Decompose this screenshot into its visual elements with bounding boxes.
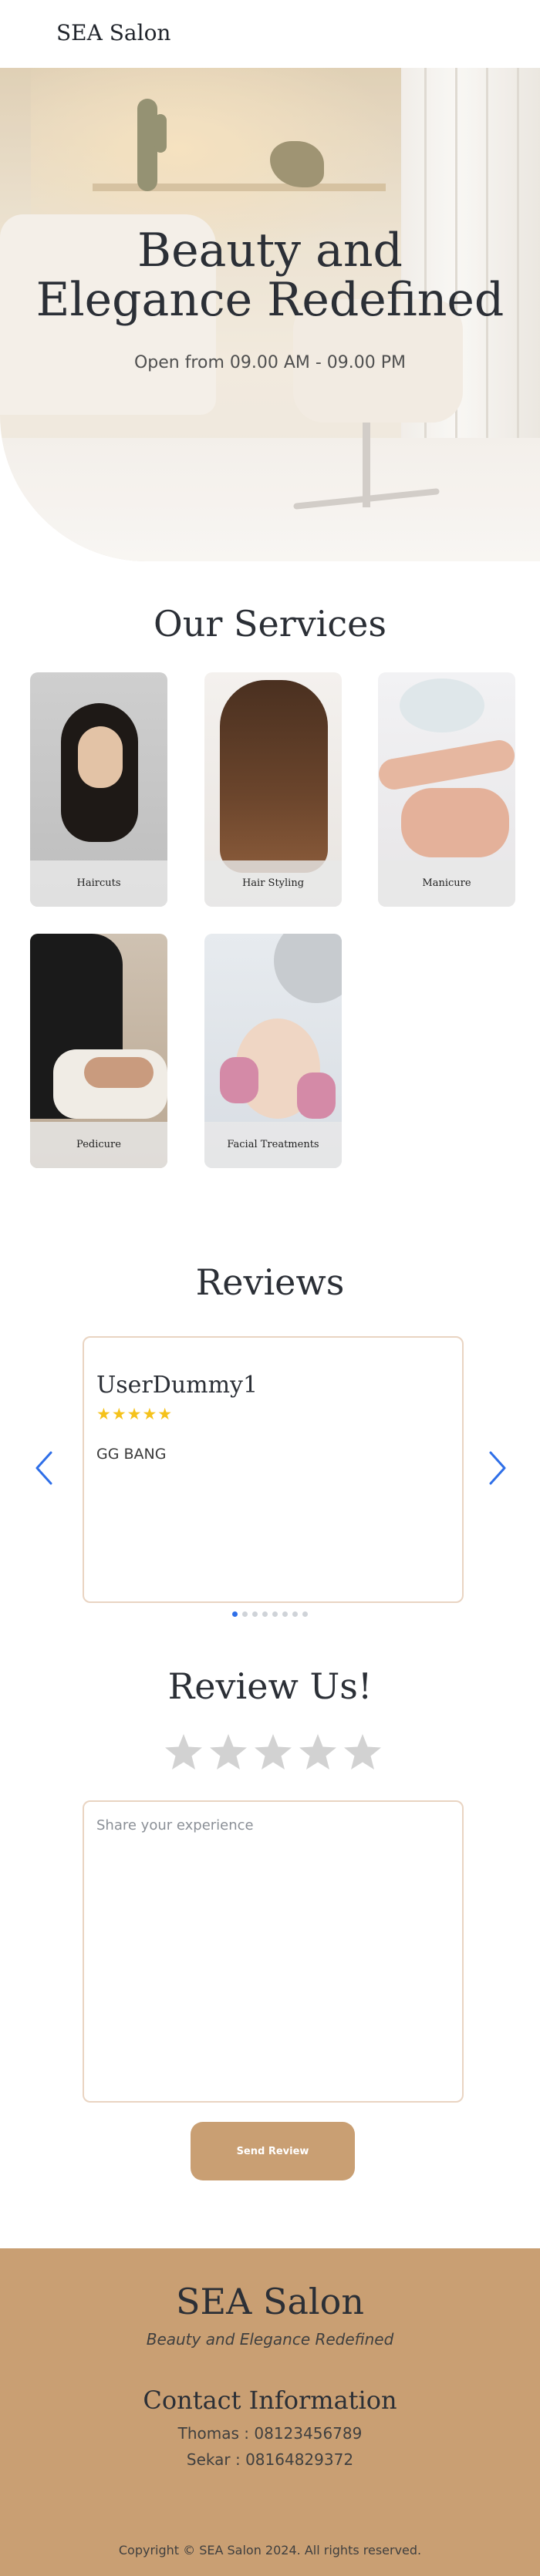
service-card-label: Manicure [378, 860, 515, 907]
chevron-left-icon[interactable] [34, 1450, 56, 1487]
service-card-label: Haircuts [30, 860, 167, 907]
review-text: GG BANG [96, 1446, 167, 1463]
footer-tagline: Beauty and Elegance Redefined [146, 2330, 394, 2349]
carousel-dot[interactable] [262, 1611, 268, 1617]
carousel-dot[interactable] [302, 1611, 308, 1617]
star-icon[interactable] [208, 1732, 249, 1773]
carousel-pagination [0, 1611, 540, 1618]
review-star-rating: ★★★★★ [96, 1405, 174, 1423]
service-card-label: Hair Styling [204, 860, 342, 907]
footer-brand: SEA Salon [176, 2281, 364, 2322]
site-footer: SEA Salon Beauty and Elegance Redefined … [0, 2248, 540, 2576]
review-card: UserDummy1 ★★★★★ GG BANG [83, 1336, 464, 1603]
service-card-pedicure[interactable]: Pedicure [30, 934, 167, 1168]
carousel-dot[interactable] [292, 1611, 298, 1617]
carousel-dot[interactable] [242, 1611, 248, 1617]
send-review-button[interactable]: Send Review [191, 2122, 355, 2180]
review-textarea[interactable] [83, 1800, 464, 2103]
hero-banner: Beauty and Elegance Redefined Open from … [0, 68, 540, 561]
hero-title-line2: Elegance Redefined [35, 273, 505, 327]
rating-stars-input [163, 1732, 386, 1775]
service-card-label: Pedicure [30, 1122, 167, 1168]
chevron-right-icon[interactable] [486, 1450, 508, 1487]
carousel-dot[interactable] [232, 1611, 238, 1617]
service-card-label: Facial Treatments [204, 1122, 342, 1168]
contact-line: Thomas : 08123456789 [177, 2424, 363, 2443]
service-card-haircuts[interactable]: Haircuts [30, 672, 167, 907]
carousel-dot[interactable] [252, 1611, 258, 1617]
review-form-title: Review Us! [167, 1665, 373, 1707]
service-card-hair-styling[interactable]: Hair Styling [204, 672, 342, 907]
contact-title: Contact Information [143, 2386, 397, 2415]
opening-hours: Open from 09.00 AM - 09.00 PM [133, 353, 407, 372]
carousel-dot[interactable] [272, 1611, 278, 1617]
review-username: UserDummy1 [96, 1372, 258, 1399]
star-icon[interactable] [252, 1732, 294, 1773]
service-card-manicure[interactable]: Manicure [378, 672, 515, 907]
service-card-facial-treatments[interactable]: Facial Treatments [204, 934, 342, 1168]
services-title: Our Services [154, 603, 386, 645]
hero-title-line1: Beauty and [137, 224, 403, 278]
hero-title: Beauty and Elegance Redefined [0, 226, 540, 325]
star-icon[interactable] [297, 1732, 339, 1773]
star-icon[interactable] [163, 1732, 204, 1773]
star-icon[interactable] [342, 1732, 383, 1773]
carousel-dot[interactable] [282, 1611, 288, 1617]
contact-line: Sekar : 08164829372 [186, 2450, 354, 2469]
reviews-title: Reviews [195, 1261, 345, 1303]
site-header: SEA Salon [0, 0, 540, 68]
brand-logo[interactable]: SEA Salon [56, 20, 170, 45]
copyright: Copyright © SEA Salon 2024. All rights r… [118, 2543, 422, 2557]
